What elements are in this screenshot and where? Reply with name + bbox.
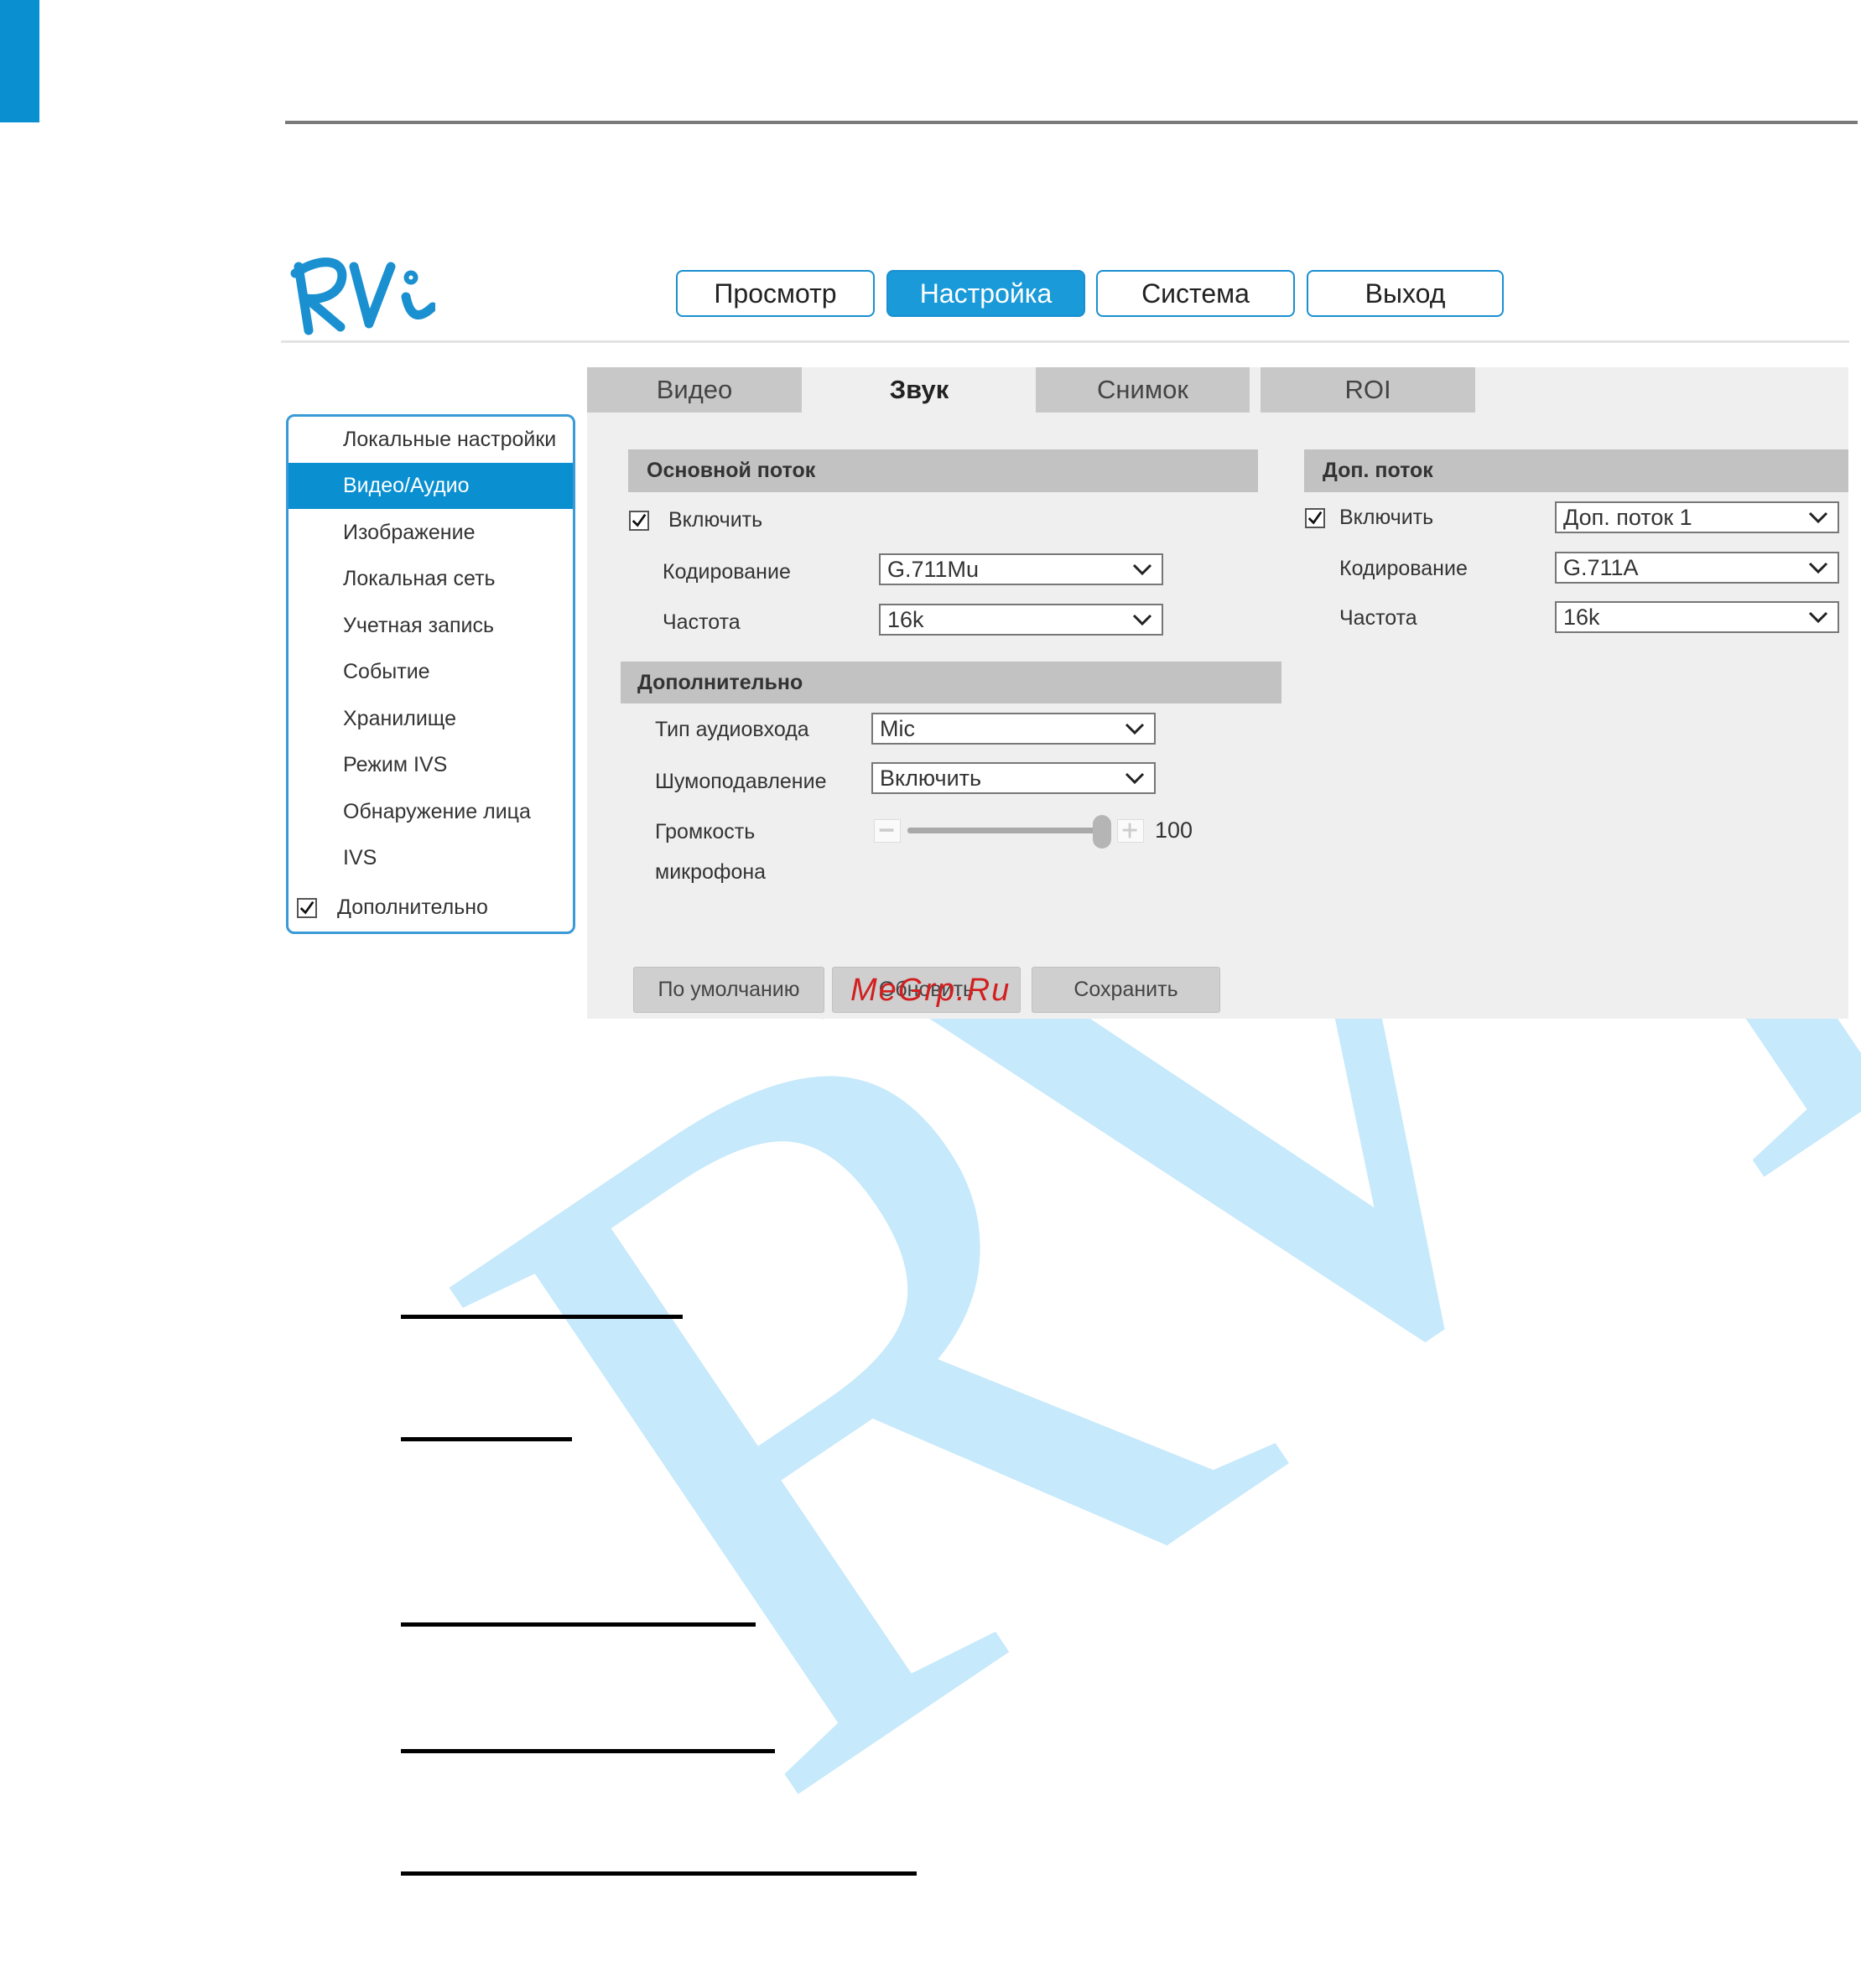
page-side-marker xyxy=(0,0,39,122)
main-encoding-value: G.711Mu xyxy=(887,556,980,582)
chevron-down-icon xyxy=(1808,611,1828,624)
sub-stream-select[interactable]: Доп. поток 1 xyxy=(1555,501,1839,533)
blank-underline xyxy=(401,1749,775,1753)
minus-icon xyxy=(879,828,894,832)
audio-input-type-select[interactable]: Mic xyxy=(871,713,1156,745)
sidebar-item-ivs[interactable]: IVS xyxy=(289,835,573,881)
sub-encoding-label: Кодирование xyxy=(1339,557,1468,580)
sub-stream-value: Доп. поток 1 xyxy=(1563,504,1692,530)
default-button[interactable]: По умолчанию xyxy=(633,967,824,1013)
sub-frequency-value: 16k xyxy=(1563,604,1600,630)
sidebar-item-event[interactable]: Событие xyxy=(289,649,573,695)
checkmark-icon xyxy=(1307,511,1323,525)
sidebar-item-image[interactable]: Изображение xyxy=(289,510,573,556)
nav-button-live-view[interactable]: Просмотр xyxy=(676,270,875,317)
sub-encoding-select[interactable]: G.711A xyxy=(1555,552,1839,584)
additional-header: Дополнительно xyxy=(621,662,1281,703)
sidebar-item-network[interactable]: Локальная сеть xyxy=(289,556,573,602)
audio-input-type-value: Mic xyxy=(880,715,915,741)
sidebar-item-ivs-mode[interactable]: Режим IVS xyxy=(289,742,573,788)
sidebar-item-storage[interactable]: Хранилище xyxy=(289,696,573,742)
chevron-down-icon xyxy=(1125,723,1145,735)
blank-underline xyxy=(401,1622,756,1627)
volume-slider-thumb[interactable] xyxy=(1093,815,1111,849)
main-encoding-label: Кодирование xyxy=(663,560,791,584)
noise-reduction-value: Включить xyxy=(880,765,982,791)
nav-button-system[interactable]: Система xyxy=(1096,270,1295,317)
tab-snapshot[interactable]: Снимок xyxy=(1036,367,1250,413)
tab-roi[interactable]: ROI xyxy=(1261,367,1475,413)
sidebar-item-account[interactable]: Учетная запись xyxy=(289,603,573,649)
sidebar-item-local-settings[interactable]: Локальные настройки xyxy=(289,417,573,463)
main-frequency-select[interactable]: 16k xyxy=(879,604,1163,636)
header-divider xyxy=(281,340,1849,343)
tab-video[interactable]: Видео xyxy=(587,367,802,413)
main-stream-enable-checkbox[interactable] xyxy=(629,511,649,531)
main-stream-header: Основной поток xyxy=(628,449,1258,492)
audio-input-type-label: Тип аудиовхода xyxy=(655,718,809,741)
nav-button-logout[interactable]: Выход xyxy=(1307,270,1504,317)
noise-reduction-label: Шумоподавление xyxy=(655,770,827,793)
sub-frequency-select[interactable]: 16k xyxy=(1555,601,1839,633)
sidebar-item-face-detection[interactable]: Обнаружение лица xyxy=(289,789,573,835)
sidebar-item-advanced-label: Дополнительно xyxy=(337,895,488,919)
volume-increase-button[interactable] xyxy=(1117,819,1144,843)
nav-button-setup[interactable]: Настройка xyxy=(886,270,1085,317)
volume-value: 100 xyxy=(1155,818,1193,843)
rvi-logo xyxy=(289,248,438,336)
advanced-checkbox[interactable] xyxy=(297,898,317,918)
sub-stream-enable-label: Включить xyxy=(1339,506,1434,529)
checkmark-icon xyxy=(632,513,647,527)
save-button[interactable]: Сохранить xyxy=(1032,967,1220,1013)
settings-sidebar: Локальные настройки Видео/Аудио Изображе… xyxy=(286,414,575,934)
main-encoding-select[interactable]: G.711Mu xyxy=(879,553,1163,585)
plus-icon xyxy=(1122,823,1137,838)
main-frequency-value: 16k xyxy=(887,606,924,632)
chevron-down-icon xyxy=(1132,614,1152,626)
blank-underline xyxy=(401,1315,683,1319)
mic-volume-label-line2: микрофона xyxy=(655,860,767,884)
chevron-down-icon xyxy=(1808,562,1828,574)
chevron-down-icon xyxy=(1132,563,1152,576)
sub-frequency-label: Частота xyxy=(1339,606,1417,630)
main-frequency-label: Частота xyxy=(663,610,741,634)
volume-decrease-button[interactable] xyxy=(874,819,901,843)
site-watermark: MeGrp.Ru xyxy=(850,973,1011,1008)
noise-reduction-select[interactable]: Включить xyxy=(871,762,1156,794)
blank-underline xyxy=(401,1437,572,1441)
volume-slider-track[interactable] xyxy=(907,828,1107,833)
sub-stream-enable-checkbox[interactable] xyxy=(1305,508,1325,528)
chevron-down-icon xyxy=(1125,772,1145,785)
checkmark-icon xyxy=(299,901,314,915)
tab-audio[interactable]: Звук xyxy=(810,367,1028,413)
main-stream-enable-label: Включить xyxy=(668,508,763,532)
sidebar-item-advanced[interactable]: Дополнительно xyxy=(289,885,573,931)
sub-stream-header: Доп. поток xyxy=(1304,449,1848,492)
mic-volume-label-line1: Громкость xyxy=(655,820,756,843)
sidebar-item-video-audio[interactable]: Видео/Аудио xyxy=(289,463,573,509)
chevron-down-icon xyxy=(1808,511,1828,524)
sub-encoding-value: G.711A xyxy=(1563,554,1639,580)
page-header-rule xyxy=(285,121,1858,124)
blank-underline xyxy=(401,1871,917,1876)
